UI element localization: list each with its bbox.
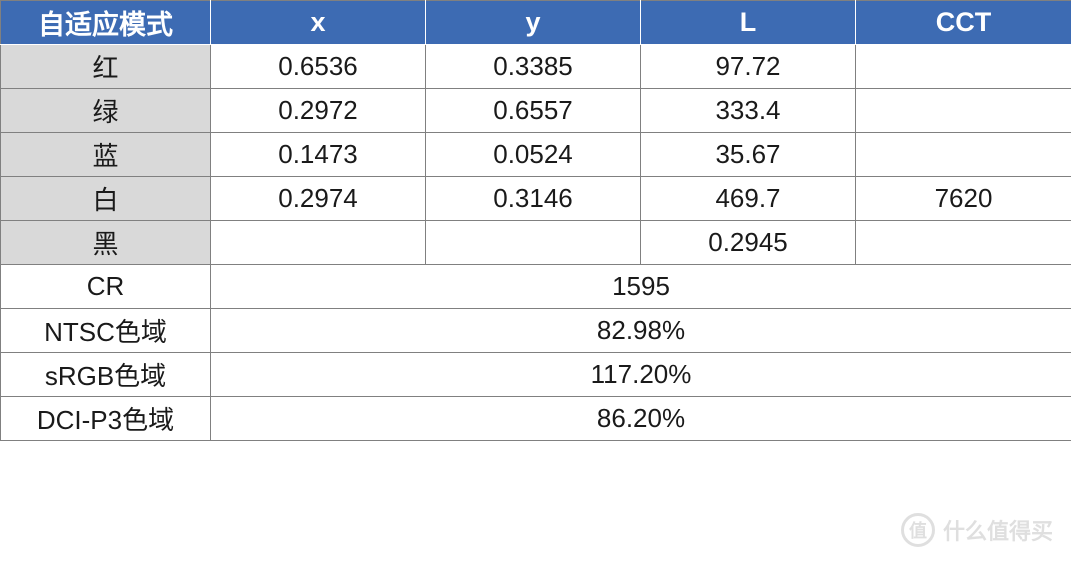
cell-srgb-value: 117.20%	[211, 353, 1071, 397]
cell-black-y	[426, 221, 641, 265]
cell-blue-L: 35.67	[641, 133, 856, 177]
cell-white-cct: 7620	[856, 177, 1071, 221]
table-row-ntsc: NTSC色域 82.98%	[1, 309, 1071, 353]
cell-blue-y: 0.0524	[426, 133, 641, 177]
row-label-green: 绿	[1, 89, 211, 133]
header-y: y	[426, 1, 641, 45]
cell-red-L: 97.72	[641, 45, 856, 89]
table-row-dcip3: DCI-P3色域 86.20%	[1, 397, 1071, 441]
cell-black-L: 0.2945	[641, 221, 856, 265]
header-x: x	[211, 1, 426, 45]
row-label-black: 黑	[1, 221, 211, 265]
cell-black-x	[211, 221, 426, 265]
table-row-red: 红 0.6536 0.3385 97.72	[1, 45, 1071, 89]
watermark-text: 什么值得买	[943, 514, 1053, 546]
cell-white-L: 469.7	[641, 177, 856, 221]
cell-green-x: 0.2972	[211, 89, 426, 133]
cell-red-y: 0.3385	[426, 45, 641, 89]
cell-white-x: 0.2974	[211, 177, 426, 221]
cell-blue-x: 0.1473	[211, 133, 426, 177]
table-header-row: 自适应模式 x y L CCT	[1, 1, 1071, 45]
row-label-white: 白	[1, 177, 211, 221]
cell-black-cct	[856, 221, 1071, 265]
cell-blue-cct	[856, 133, 1071, 177]
cell-ntsc-value: 82.98%	[211, 309, 1071, 353]
table-row-green: 绿 0.2972 0.6557 333.4	[1, 89, 1071, 133]
header-mode: 自适应模式	[1, 1, 211, 45]
row-label-dcip3: DCI-P3色域	[1, 397, 211, 441]
table-row-srgb: sRGB色域 117.20%	[1, 353, 1071, 397]
color-measurement-table: 自适应模式 x y L CCT 红 0.6536 0.3385 97.72 绿 …	[0, 0, 1071, 441]
cell-green-cct	[856, 89, 1071, 133]
row-label-blue: 蓝	[1, 133, 211, 177]
cell-dcip3-value: 86.20%	[211, 397, 1071, 441]
row-label-srgb: sRGB色域	[1, 353, 211, 397]
row-label-red: 红	[1, 45, 211, 89]
cell-red-x: 0.6536	[211, 45, 426, 89]
table-row-black: 黑 0.2945	[1, 221, 1071, 265]
table-row-cr: CR 1595	[1, 265, 1071, 309]
row-label-cr: CR	[1, 265, 211, 309]
watermark-icon: 值	[901, 513, 935, 547]
cell-white-y: 0.3146	[426, 177, 641, 221]
watermark: 值 什么值得买	[901, 513, 1053, 547]
cell-green-y: 0.6557	[426, 89, 641, 133]
header-L: L	[641, 1, 856, 45]
table-row-blue: 蓝 0.1473 0.0524 35.67	[1, 133, 1071, 177]
row-label-ntsc: NTSC色域	[1, 309, 211, 353]
cell-red-cct	[856, 45, 1071, 89]
cell-green-L: 333.4	[641, 89, 856, 133]
header-cct: CCT	[856, 1, 1071, 45]
table-row-white: 白 0.2974 0.3146 469.7 7620	[1, 177, 1071, 221]
cell-cr-value: 1595	[211, 265, 1071, 309]
